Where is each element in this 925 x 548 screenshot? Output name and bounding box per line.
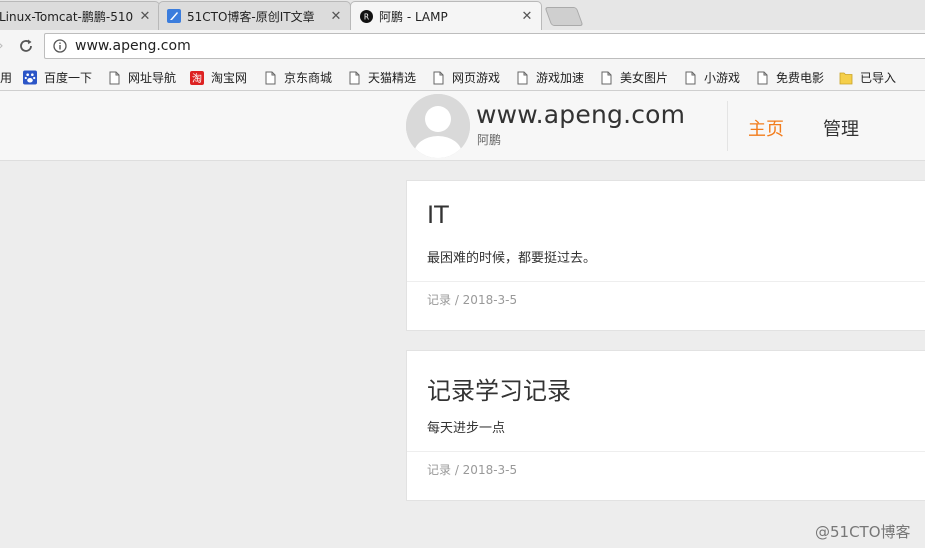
post-title[interactable]: IT xyxy=(427,201,449,229)
bookmark-pictures[interactable]: 美女图片 xyxy=(599,69,668,86)
close-icon[interactable]: ✕ xyxy=(521,9,533,24)
tab-title: Linux-Tomcat-鹏鹏-510 xyxy=(0,9,133,24)
bookmark-label: 美女图片 xyxy=(620,71,669,85)
bookmark-label: 天猫精选 xyxy=(368,71,417,85)
page-icon xyxy=(755,71,769,85)
bookmark-label: 小游戏 xyxy=(704,71,741,85)
bookmark-label: 网页游戏 xyxy=(452,71,501,85)
info-icon[interactable] xyxy=(53,39,67,53)
post-meta: 记录 / 2018-3-5 xyxy=(427,463,518,477)
address-bar[interactable] xyxy=(44,33,925,59)
browser-toolbar: › xyxy=(0,30,925,63)
bookmark-imported-folder[interactable]: 已导入 xyxy=(839,69,896,86)
close-icon[interactable]: ✕ xyxy=(330,9,342,24)
page-icon xyxy=(683,71,697,85)
tab-title: 51CTO博客-原创IT文章 xyxy=(187,9,315,24)
post-excerpt: 最困难的时候，都要挺过去。 xyxy=(427,251,597,266)
new-tab-button[interactable] xyxy=(544,7,584,26)
page-icon xyxy=(515,71,529,85)
bookmarks-bar: 用 百度一下 网址导航 淘 淘宝网 京东商城 天猫精选 网页游戏 游戏加速 美女… xyxy=(0,63,925,91)
bookmark-label: 百度一下 xyxy=(44,71,93,85)
browser-tab-strip: Linux-Tomcat-鹏鹏-510 ✕ 51CTO博客-原创IT文章 ✕ R… xyxy=(0,0,925,30)
folder-icon xyxy=(839,71,853,85)
watermark: @51CTO博客 xyxy=(815,523,911,541)
page-icon xyxy=(347,71,361,85)
svg-text:R: R xyxy=(363,12,368,21)
feather-icon xyxy=(167,9,181,23)
page-icon xyxy=(263,71,277,85)
bookmark-label: 网址导航 xyxy=(128,71,177,85)
post-divider xyxy=(407,281,925,282)
post-card: 记录学习记录 每天进步一点 记录 / 2018-3-5 xyxy=(406,350,925,501)
bookmark-baidu[interactable]: 百度一下 xyxy=(23,69,92,86)
post-card: IT 最困难的时候，都要挺过去。 记录 / 2018-3-5 xyxy=(406,180,925,331)
bookmark-label: 用 xyxy=(0,71,13,85)
page-icon xyxy=(107,71,121,85)
address-input[interactable] xyxy=(75,38,775,54)
avatar xyxy=(406,94,470,158)
bookmark-taobao[interactable]: 淘 淘宝网 xyxy=(190,69,247,86)
tab-apeng-lamp[interactable]: R 阿鹏 - LAMP ✕ xyxy=(350,1,542,30)
taobao-icon: 淘 xyxy=(190,70,204,85)
post-title[interactable]: 记录学习记录 xyxy=(427,371,571,406)
bookmark-game-boost[interactable]: 游戏加速 xyxy=(515,69,584,86)
post-divider xyxy=(407,451,925,452)
bookmark-web-games[interactable]: 网页游戏 xyxy=(431,69,500,86)
forward-icon[interactable]: › xyxy=(0,38,4,54)
tab-linux-tomcat[interactable]: Linux-Tomcat-鹏鹏-510 ✕ xyxy=(0,1,160,30)
bookmark-label: 淘宝网 xyxy=(211,71,248,85)
nav-divider xyxy=(727,101,728,151)
bookmark-jd[interactable]: 京东商城 xyxy=(263,69,332,86)
bookmark-mini-games[interactable]: 小游戏 xyxy=(683,69,740,86)
bookmark-tmall[interactable]: 天猫精选 xyxy=(347,69,416,86)
bookmark-label: 已导入 xyxy=(860,71,897,85)
tab-title: 阿鹏 - LAMP xyxy=(379,9,448,24)
reload-icon[interactable] xyxy=(16,36,36,56)
default-user-icon xyxy=(406,94,470,158)
close-icon[interactable]: ✕ xyxy=(139,9,151,24)
bookmark-label: 京东商城 xyxy=(284,71,333,85)
post-meta: 记录 / 2018-3-5 xyxy=(427,293,518,307)
bookmark-label: 游戏加速 xyxy=(536,71,585,85)
post-excerpt: 每天进步一点 xyxy=(427,421,506,436)
site-header: www.apeng.com 阿鹏 主页 管理 xyxy=(0,91,925,161)
page-icon xyxy=(431,71,445,85)
nav-admin-link[interactable]: 管理 xyxy=(823,115,859,141)
bookmark-apps[interactable]: 用 xyxy=(0,69,12,86)
nav-home-link[interactable]: 主页 xyxy=(748,115,784,141)
site-title[interactable]: www.apeng.com xyxy=(476,100,685,129)
site-subtitle: 阿鹏 xyxy=(477,133,502,147)
bookmark-free-movies[interactable]: 免费电影 xyxy=(755,69,824,86)
tab-51cto[interactable]: 51CTO博客-原创IT文章 ✕ xyxy=(158,1,351,30)
bookmark-hao-nav[interactable]: 网址导航 xyxy=(107,69,176,86)
site-logo-icon: R xyxy=(359,9,373,23)
baidu-paw-icon xyxy=(23,70,37,85)
page-icon xyxy=(599,71,613,85)
bookmark-label: 免费电影 xyxy=(776,71,825,85)
